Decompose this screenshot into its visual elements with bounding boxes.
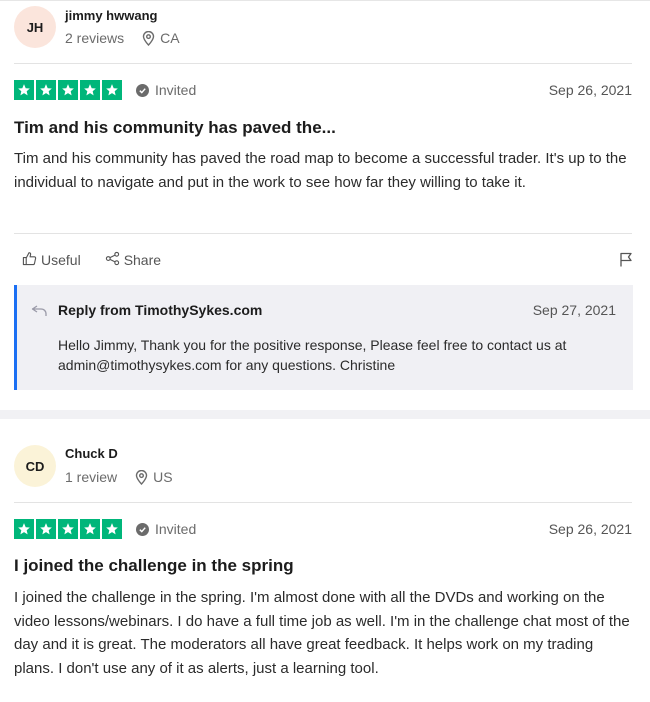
star-icon	[36, 519, 56, 539]
reply-text: Hello Jimmy, Thank you for the positive …	[58, 337, 567, 373]
star-icon	[58, 80, 78, 100]
reviewer-meta: 2 reviews CA	[65, 30, 180, 46]
reply-arrow-icon	[31, 304, 47, 322]
divider	[14, 502, 632, 503]
reviewer-meta: 1 review US	[65, 469, 173, 485]
reviewer-name[interactable]: jimmy hwwang	[65, 8, 157, 23]
share-icon	[105, 251, 120, 269]
invited-label: Invited	[155, 521, 197, 537]
review-body: I joined the challenge in the spring. I'…	[14, 589, 630, 677]
divider	[14, 233, 632, 234]
check-circle-icon	[136, 522, 149, 536]
star-icon	[102, 80, 122, 100]
star-rating	[14, 519, 122, 539]
review-count: 2 reviews	[65, 30, 125, 46]
review-body: Tim and his community has paved the road…	[14, 150, 627, 191]
invited-badge[interactable]: Invited	[136, 82, 196, 98]
flag-icon[interactable]	[619, 252, 633, 272]
star-icon	[14, 80, 34, 100]
company-reply: Reply from TimothySykes.com Sep 27, 2021…	[14, 285, 633, 390]
check-circle-icon	[136, 83, 149, 97]
avatar[interactable]: CD	[14, 445, 56, 487]
useful-button[interactable]: Useful	[22, 251, 81, 269]
review-separator	[0, 410, 650, 419]
share-label: Share	[123, 252, 162, 268]
review-title[interactable]: Tim and his community has paved the...	[14, 118, 336, 138]
star-icon	[14, 519, 34, 539]
review-card: JH jimmy hwwang 2 reviews CA Invited Sep…	[0, 0, 650, 411]
review-card: CD Chuck D 1 review US Invited Sep 26, 2…	[0, 419, 650, 702]
invited-badge[interactable]: Invited	[136, 521, 196, 537]
star-icon	[58, 519, 78, 539]
reviewer-location: CA	[160, 30, 180, 46]
star-icon	[80, 80, 100, 100]
star-rating	[14, 80, 122, 100]
reply-date: Sep 27, 2021	[532, 302, 616, 318]
reviewer-name[interactable]: Chuck D	[65, 446, 118, 461]
avatar[interactable]: JH	[14, 6, 56, 48]
review-date: Sep 26, 2021	[548, 521, 632, 537]
review-actions: Useful Share	[22, 251, 185, 269]
invited-label: Invited	[155, 82, 197, 98]
review-count: 1 review	[65, 469, 118, 485]
location-pin-icon	[142, 30, 155, 46]
thumbs-up-icon	[22, 251, 37, 269]
star-icon	[102, 519, 122, 539]
share-button[interactable]: Share	[105, 251, 161, 269]
star-icon	[80, 519, 100, 539]
useful-label: Useful	[41, 252, 81, 268]
divider	[14, 63, 632, 64]
review-date: Sep 26, 2021	[548, 82, 632, 98]
star-icon	[36, 80, 56, 100]
location-pin-icon	[135, 469, 148, 485]
reply-from: Reply from TimothySykes.com	[58, 302, 263, 318]
reviewer-location: US	[153, 469, 173, 485]
review-title[interactable]: I joined the challenge in the spring	[14, 556, 294, 576]
